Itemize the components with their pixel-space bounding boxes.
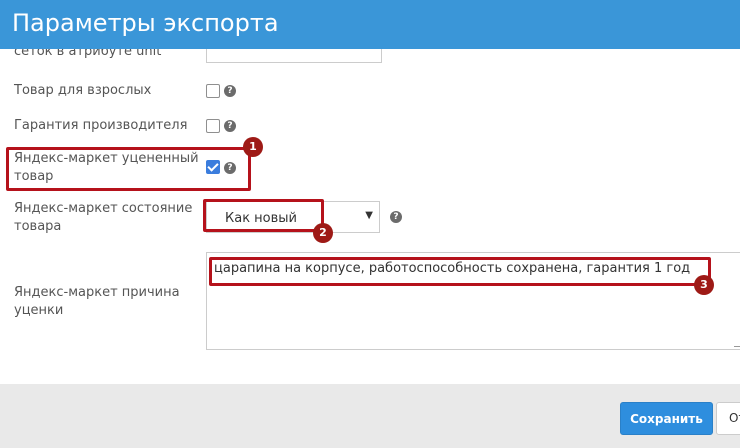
adult-product-label: Товар для взрослых [14,83,152,98]
warranty-checkbox[interactable] [206,119,220,133]
annotation-marker-2: 2 [313,223,333,243]
reason-label-line2: уценки [14,303,64,318]
question-circle-icon[interactable]: ? [390,211,402,223]
unit-field-input[interactable] [206,49,382,63]
dialog-footer: Сохранить Отмена [0,384,740,448]
highlight-box-1 [6,147,251,191]
question-circle-icon[interactable]: ? [224,85,236,97]
highlight-box-3 [209,257,711,286]
dialog-title: Параметры экспорта [12,9,279,37]
condition-label-line2: товара [14,219,62,234]
dialog-header: Параметры экспорта [0,0,740,49]
cancel-button[interactable]: Отмена [716,402,740,435]
caret-down-icon: ▼ [365,210,373,221]
annotation-marker-3: 3 [694,275,714,295]
condition-label-line1: Яндекс-маркет состояние [14,201,193,216]
save-button[interactable]: Сохранить [620,402,713,435]
warranty-label: Гарантия производителя [14,118,188,133]
highlight-box-2 [203,199,324,232]
adult-product-checkbox[interactable] [206,84,220,98]
unit-field-label: сеток в атрибуте unit [14,49,162,59]
resize-grip-icon[interactable] [734,338,740,347]
annotation-marker-1: 1 [243,137,263,157]
reason-label-line1: Яндекс-маркет причина [14,285,180,300]
dialog-body[interactable]: сеток в атрибуте unit Товар для взрослых… [0,49,740,384]
question-circle-icon[interactable]: ? [224,120,236,132]
